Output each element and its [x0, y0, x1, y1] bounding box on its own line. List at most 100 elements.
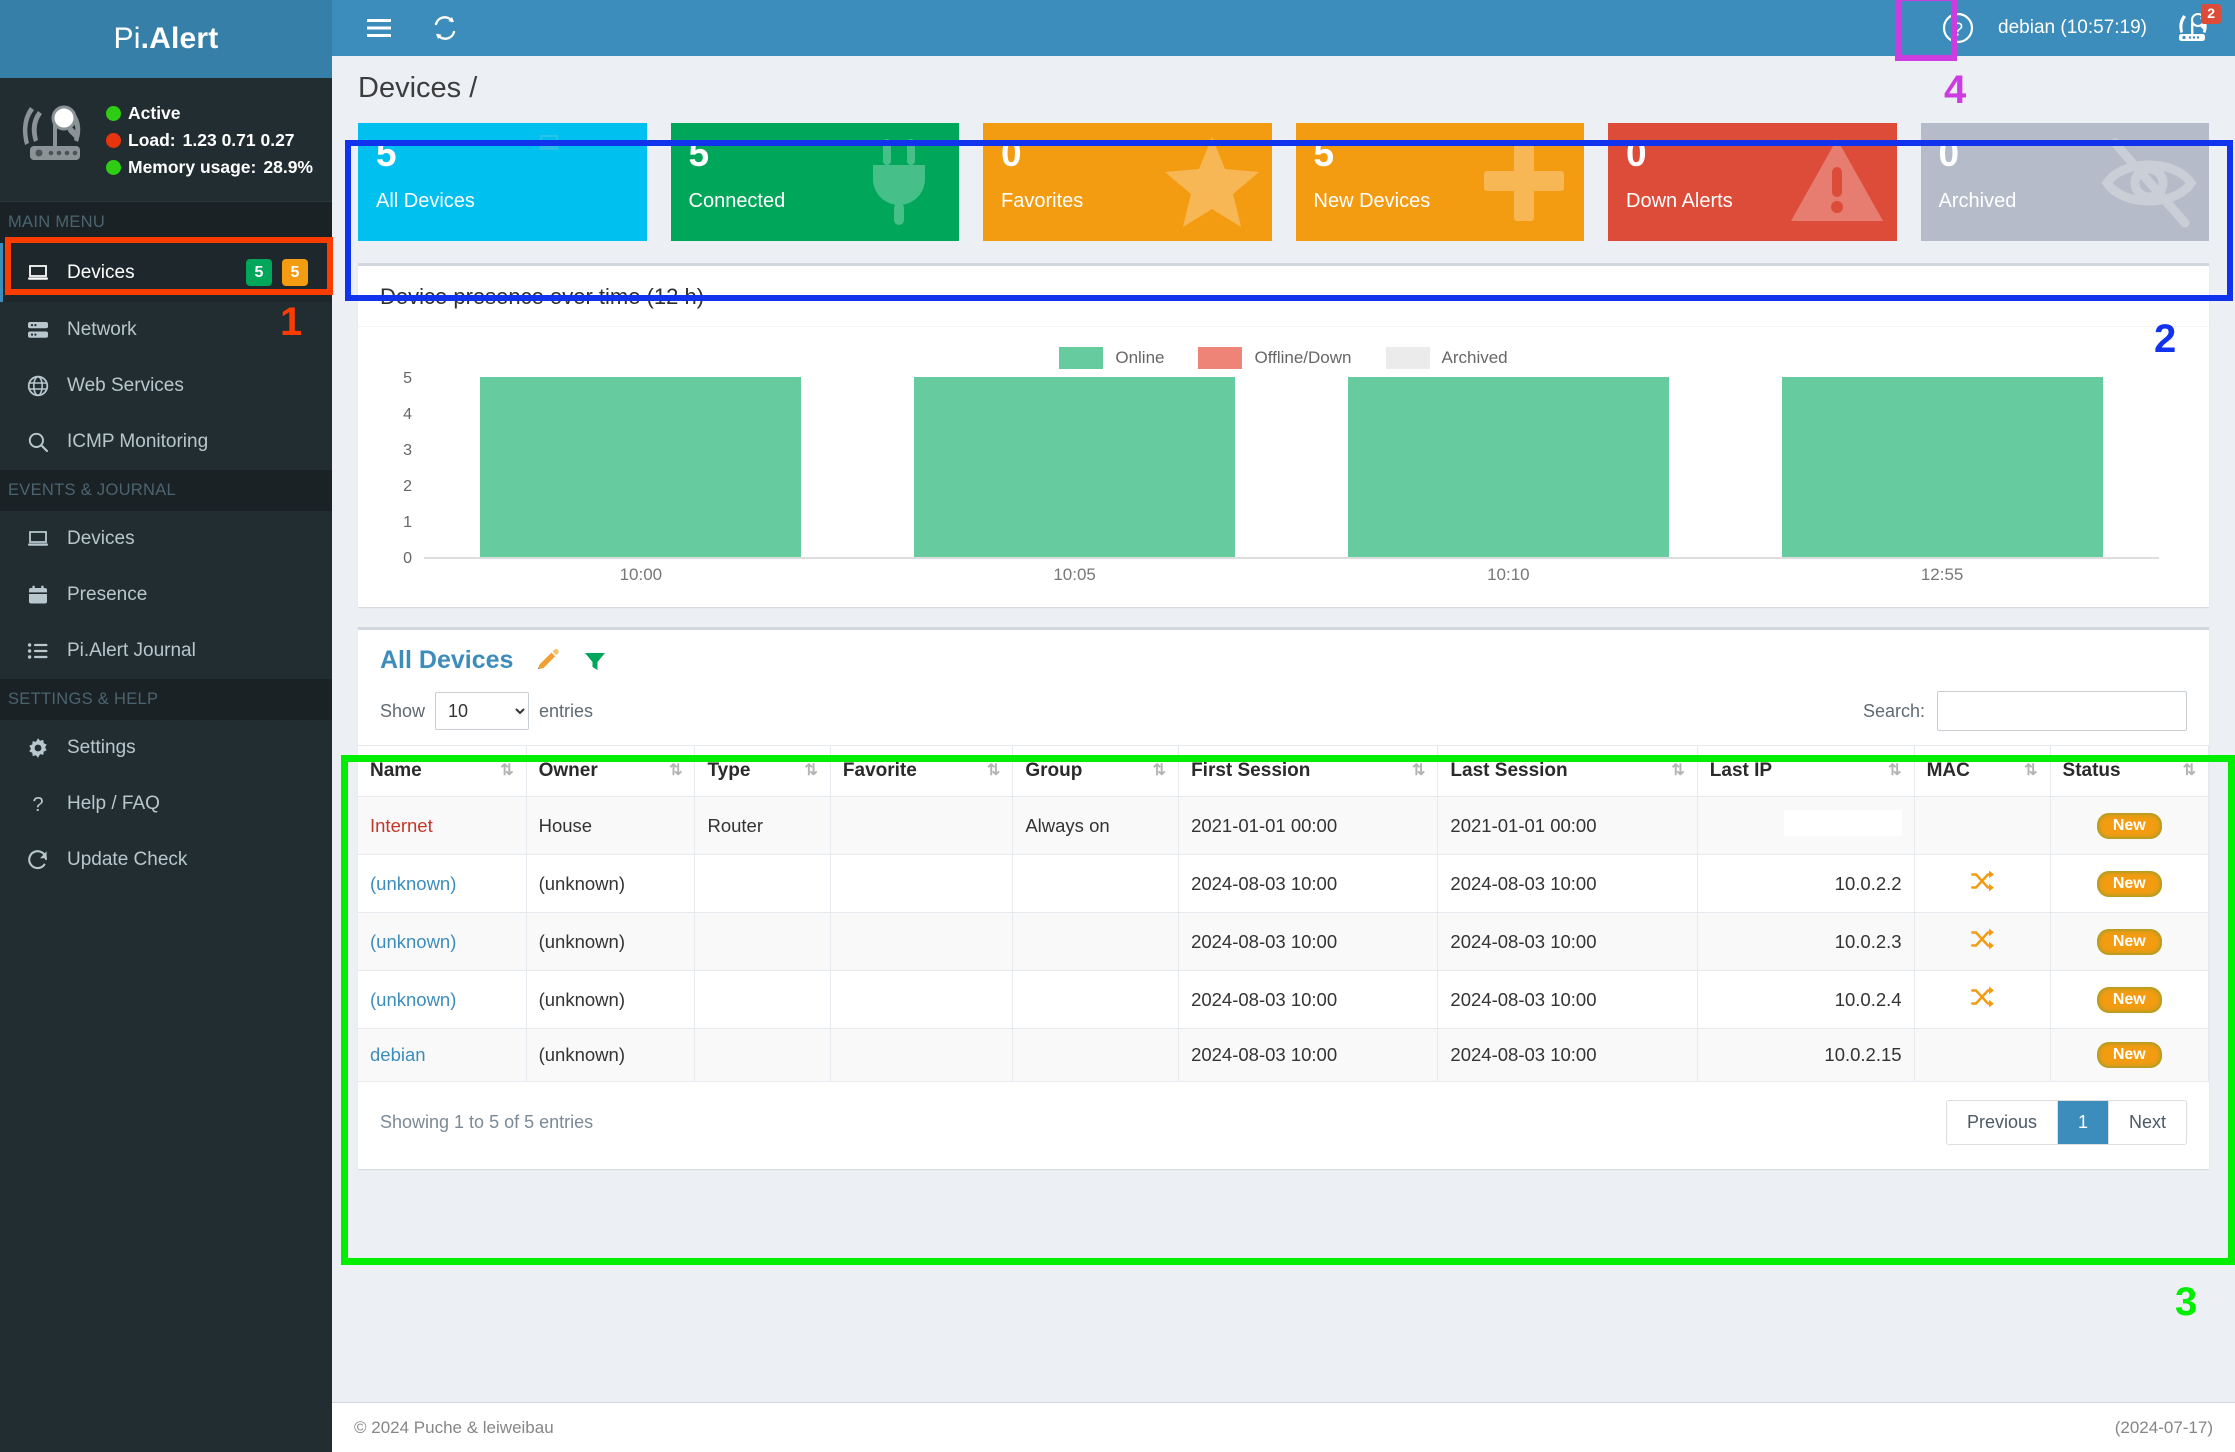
stat-box-favorites[interactable]: 0Favorites: [983, 123, 1272, 241]
device-name-link[interactable]: debian: [370, 1044, 426, 1065]
legend-label: Online: [1115, 348, 1164, 368]
y-axis-tick: 0: [403, 550, 412, 568]
pagination-page-1[interactable]: 1: [2058, 1101, 2109, 1144]
question-circle-icon[interactable]: ?: [1936, 6, 1980, 50]
x-axis-tick: 10:00: [424, 565, 858, 585]
cell-favorite: [830, 855, 1012, 913]
sort-icon[interactable]: ⇅: [1153, 760, 1166, 780]
column-header-type[interactable]: Type⇅: [695, 746, 830, 797]
stat-box-connected[interactable]: 5Connected: [671, 123, 960, 241]
sidebar-item-pi-alert-journal[interactable]: Pi.Alert Journal: [0, 623, 332, 679]
sidebar-item-presence[interactable]: Presence: [0, 567, 332, 623]
search-icon: [25, 430, 51, 454]
sidebar-item-icmp-monitoring[interactable]: ICMP Monitoring: [0, 414, 332, 470]
shuffle-icon[interactable]: [1969, 877, 1995, 898]
shuffle-icon[interactable]: [1969, 935, 1995, 956]
notifications-button[interactable]: 2: [2169, 6, 2217, 50]
chart-bar-online[interactable]: [914, 377, 1235, 557]
cell-name: (unknown): [358, 971, 526, 1029]
sidebar-item-web-services[interactable]: Web Services: [0, 358, 332, 414]
shuffle-icon[interactable]: [1969, 993, 1995, 1014]
legend-item[interactable]: Archived: [1386, 347, 1508, 369]
sort-icon[interactable]: ⇅: [669, 760, 682, 780]
cell-group: [1013, 855, 1179, 913]
chart-bar-online[interactable]: [480, 377, 801, 557]
sidebar-item-label: Pi.Alert Journal: [67, 640, 314, 662]
table-row[interactable]: (unknown)(unknown)2024-08-03 10:002024-0…: [358, 855, 2209, 913]
chart-bar-slot[interactable]: [1292, 379, 1726, 557]
column-header-name[interactable]: Name⇅: [358, 746, 526, 797]
cell-last-session: 2024-08-03 10:00: [1438, 913, 1697, 971]
pencil-icon[interactable]: [533, 647, 561, 675]
entries-select[interactable]: 102550100: [435, 692, 529, 730]
hamburger-icon[interactable]: [356, 5, 402, 51]
sort-icon[interactable]: ⇅: [805, 760, 818, 780]
entries-selector: Show 102550100 entries: [380, 692, 593, 730]
sidebar-item-devices[interactable]: Devices55: [0, 243, 332, 302]
chart-bar-slot[interactable]: [424, 379, 858, 557]
stat-box-all-devices[interactable]: 5All Devices: [358, 123, 647, 241]
status-memory-row: Memory usage: 28.9%: [106, 154, 313, 181]
svg-text:?: ?: [32, 794, 43, 816]
search-input[interactable]: [1937, 691, 2187, 731]
column-header-last-session[interactable]: Last Session⇅: [1438, 746, 1697, 797]
cell-first-session: 2024-08-03 10:00: [1179, 1029, 1438, 1082]
status-dot-green: [106, 106, 121, 121]
cell-first-session: 2021-01-01 00:00: [1179, 797, 1438, 855]
sort-icon[interactable]: ⇅: [500, 760, 513, 780]
legend-item[interactable]: Online: [1059, 347, 1164, 369]
device-name-link[interactable]: (unknown): [370, 931, 456, 952]
cell-mac: [1914, 1029, 2050, 1082]
cell-favorite: [830, 797, 1012, 855]
table-footer: Showing 1 to 5 of 5 entries Previous 1 N…: [358, 1082, 2209, 1169]
devices-table-title[interactable]: All Devices: [380, 646, 513, 675]
column-header-last-ip[interactable]: Last IP⇅: [1697, 746, 1914, 797]
column-header-first-session[interactable]: First Session⇅: [1179, 746, 1438, 797]
column-header-owner[interactable]: Owner⇅: [526, 746, 695, 797]
device-name-link[interactable]: Internet: [370, 815, 433, 836]
chart-title: Device presence over time (12 h): [380, 284, 2187, 310]
sidebar-item-help-faq[interactable]: ?Help / FAQ: [0, 776, 332, 832]
sidebar-item-devices[interactable]: Devices: [0, 511, 332, 567]
table-row[interactable]: (unknown)(unknown)2024-08-03 10:002024-0…: [358, 971, 2209, 1029]
sort-icon[interactable]: ⇅: [987, 760, 1000, 780]
table-search: Search:: [1863, 691, 2187, 731]
sidebar-item-network[interactable]: Network: [0, 302, 332, 358]
table-row[interactable]: (unknown)(unknown)2024-08-03 10:002024-0…: [358, 913, 2209, 971]
load-value: 1.23 0.71 0.27: [183, 127, 295, 154]
column-header-group[interactable]: Group⇅: [1013, 746, 1179, 797]
pagination-previous[interactable]: Previous: [1947, 1101, 2058, 1144]
chart-bar-slot[interactable]: [858, 379, 1292, 557]
sort-icon[interactable]: ⇅: [1412, 760, 1425, 780]
chart-bar-online[interactable]: [1348, 377, 1669, 557]
y-axis-tick: 2: [403, 478, 412, 496]
sidebar-item-update-check[interactable]: Update Check: [0, 832, 332, 888]
brand-bold: .Alert: [141, 22, 219, 56]
pagination-next[interactable]: Next: [2109, 1101, 2186, 1144]
funnel-icon[interactable]: [581, 647, 609, 675]
brand-logo[interactable]: Pi.Alert: [0, 0, 332, 78]
sort-icon[interactable]: ⇅: [2183, 760, 2196, 780]
device-name-link[interactable]: (unknown): [370, 873, 456, 894]
stat-box-archived[interactable]: 0Archived: [1921, 123, 2210, 241]
sort-icon[interactable]: ⇅: [1671, 760, 1684, 780]
legend-item[interactable]: Offline/Down: [1198, 347, 1351, 369]
stat-box-down-alerts[interactable]: 0Down Alerts: [1608, 123, 1897, 241]
table-row[interactable]: InternetHouseRouterAlways on2021-01-01 0…: [358, 797, 2209, 855]
cell-name: (unknown): [358, 855, 526, 913]
column-header-mac[interactable]: MAC⇅: [1914, 746, 2050, 797]
column-header-status[interactable]: Status⇅: [2050, 746, 2208, 797]
table-row[interactable]: debian(unknown)2024-08-03 10:002024-08-0…: [358, 1029, 2209, 1082]
server-icon: [25, 318, 51, 342]
sort-icon[interactable]: ⇅: [2024, 760, 2037, 780]
sidebar-item-settings[interactable]: Settings: [0, 720, 332, 776]
stat-box-new-devices[interactable]: 5New Devices: [1296, 123, 1585, 241]
chart-bar-slot[interactable]: [1725, 379, 2159, 557]
chart-bar-online[interactable]: [1782, 377, 2103, 557]
sort-icon[interactable]: ⇅: [1888, 760, 1901, 780]
sync-icon[interactable]: [422, 5, 468, 51]
device-name-link[interactable]: (unknown): [370, 989, 456, 1010]
username-label[interactable]: debian (10:57:19): [1980, 17, 2169, 39]
column-header-favorite[interactable]: Favorite⇅: [830, 746, 1012, 797]
cell-mac: [1914, 913, 2050, 971]
